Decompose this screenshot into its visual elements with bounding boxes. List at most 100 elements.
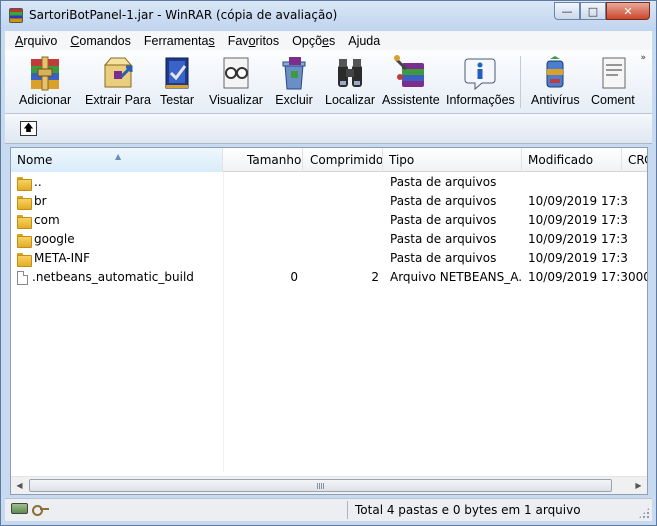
scroll-right-arrow-icon: ▶ <box>635 481 642 490</box>
menu-comandos[interactable]: Comandos <box>70 34 130 48</box>
extract-button[interactable]: Extrair Para <box>85 54 151 107</box>
column-header-modified[interactable]: Modificado <box>522 148 622 172</box>
minimize-button[interactable]: — <box>554 2 580 20</box>
find-button[interactable]: Localizar <box>325 54 375 107</box>
file-crc: 000 <box>628 270 647 284</box>
column-header-packed[interactable]: Comprimido <box>303 148 383 172</box>
window-title: SartoriBotPanel-1.jar - WinRAR (cópia de… <box>29 8 338 22</box>
add-archive-icon <box>26 54 64 92</box>
file-type: Arquivo NETBEANS_A... <box>390 270 521 284</box>
file-packed <box>301 173 379 192</box>
list-item[interactable]: google Pasta de arquivos 10/09/2019 17:3… <box>11 230 647 249</box>
wizard-icon <box>392 54 430 92</box>
key-icon[interactable] <box>32 504 49 516</box>
file-icon <box>17 270 28 285</box>
file-name-cell: .. <box>17 173 221 192</box>
menu-arquivo[interactable]: Arquivo <box>15 34 57 48</box>
file-packed <box>301 249 379 268</box>
window-controls: — □ ✕ <box>554 2 650 20</box>
column-header-name[interactable]: Nome ▲ <box>11 148 223 172</box>
delete-button[interactable]: Excluir <box>275 54 313 107</box>
menu-accelerator: o <box>248 33 256 48</box>
column-header-row: Nome ▲ Tamanho Comprimido Tipo Modificad… <box>11 148 647 172</box>
address-bar: 🡅 <box>5 114 652 144</box>
file-type: Pasta de arquivos <box>390 213 497 227</box>
winrar-app-icon[interactable] <box>9 8 23 23</box>
file-name: .. <box>34 175 42 189</box>
menu-ferramentas[interactable]: Ferramentas <box>144 34 215 48</box>
file-modified: 10/09/2019 17:36 <box>528 270 628 284</box>
toolbar-separator <box>520 56 521 108</box>
maximize-button[interactable]: □ <box>580 2 606 20</box>
info-label: Informações <box>446 93 515 107</box>
folder-icon <box>17 252 32 267</box>
info-button[interactable]: Informações <box>446 54 515 107</box>
view-icon <box>217 54 255 92</box>
file-size <box>223 211 298 230</box>
file-packed <box>301 211 379 230</box>
scroll-left-button[interactable]: ◀ <box>11 477 28 494</box>
file-list-body: .. Pasta de arquivos br Pasta de arquivo… <box>11 173 647 287</box>
column-header-type[interactable]: Tipo <box>383 148 522 172</box>
delete-label: Excluir <box>275 93 313 107</box>
toolbar-overflow-chevron-icon[interactable]: » <box>640 53 646 63</box>
delete-icon <box>275 54 313 92</box>
list-item[interactable]: META-INF Pasta de arquivos 10/09/2019 17… <box>11 249 647 268</box>
file-name-cell: br <box>17 192 221 211</box>
list-item[interactable]: br Pasta de arquivos 10/09/2019 17:36 <box>11 192 647 211</box>
file-name: META-INF <box>34 251 91 265</box>
list-item[interactable]: .netbeans_automatic_build 0 2 Arquivo NE… <box>11 268 647 287</box>
drive-icon[interactable] <box>11 503 28 514</box>
menu-bar: Arquivo Comandos Ferramentas Favoritos O… <box>5 31 652 50</box>
title-bar[interactable]: SartoriBotPanel-1.jar - WinRAR (cópia de… <box>1 1 656 31</box>
file-name: br <box>34 194 47 208</box>
menu-favoritos[interactable]: Favoritos <box>228 34 279 48</box>
test-button[interactable]: Testar <box>158 54 196 107</box>
antivirus-icon <box>536 54 574 92</box>
file-name: .netbeans_automatic_build <box>32 270 194 284</box>
comment-button[interactable]: Coment <box>591 54 635 107</box>
folder-icon <box>17 176 32 191</box>
scroll-left-arrow-icon: ◀ <box>16 481 23 490</box>
file-modified: 10/09/2019 17:36 <box>528 213 628 227</box>
file-modified: 10/09/2019 17:36 <box>528 194 628 208</box>
folder-icon <box>17 233 32 248</box>
close-icon: ✕ <box>623 4 633 18</box>
file-modified: 10/09/2019 17:36 <box>528 251 628 265</box>
info-icon <box>461 54 499 92</box>
winrar-window: SartoriBotPanel-1.jar - WinRAR (cópia de… <box>0 0 657 526</box>
wizard-button[interactable]: Assistente <box>382 54 440 107</box>
horizontal-scrollbar[interactable]: ◀ ▶ <box>11 476 647 494</box>
file-type: Pasta de arquivos <box>390 251 497 265</box>
column-header-crc[interactable]: CRC <box>622 148 647 172</box>
file-crc <box>628 211 647 230</box>
scrollbar-thumb[interactable] <box>29 479 612 492</box>
list-item[interactable]: .. Pasta de arquivos <box>11 173 647 192</box>
find-icon <box>331 54 369 92</box>
extract-icon <box>99 54 137 92</box>
file-crc <box>628 192 647 211</box>
add-button[interactable]: Adicionar <box>19 54 71 107</box>
view-button[interactable]: Visualizar <box>209 54 263 107</box>
comment-icon <box>594 54 632 92</box>
menu-ajuda[interactable]: Ajuda <box>348 34 380 48</box>
column-header-size[interactable]: Tamanho <box>223 148 303 172</box>
file-packed <box>301 192 379 211</box>
antivirus-button[interactable]: Antivírus <box>531 54 580 107</box>
resize-grip-icon[interactable] <box>638 507 650 519</box>
menu-accelerator: A <box>15 33 24 48</box>
file-name-cell: google <box>17 230 221 249</box>
scroll-right-button[interactable]: ▶ <box>630 477 647 494</box>
menu-opcoes[interactable]: Opções <box>292 34 335 48</box>
up-folder-button[interactable]: 🡅 <box>20 121 37 136</box>
file-type: Pasta de arquivos <box>390 175 497 189</box>
file-name-cell: com <box>17 211 221 230</box>
file-list[interactable]: Nome ▲ Tamanho Comprimido Tipo Modificad… <box>10 147 648 495</box>
list-item[interactable]: com Pasta de arquivos 10/09/2019 17:36 <box>11 211 647 230</box>
file-size <box>223 230 298 249</box>
file-crc <box>628 173 647 192</box>
close-button[interactable]: ✕ <box>606 2 650 20</box>
test-icon <box>158 54 196 92</box>
status-text: Total 4 pastas e 0 bytes em 1 arquivo <box>355 503 581 517</box>
maximize-icon: □ <box>587 4 599 18</box>
